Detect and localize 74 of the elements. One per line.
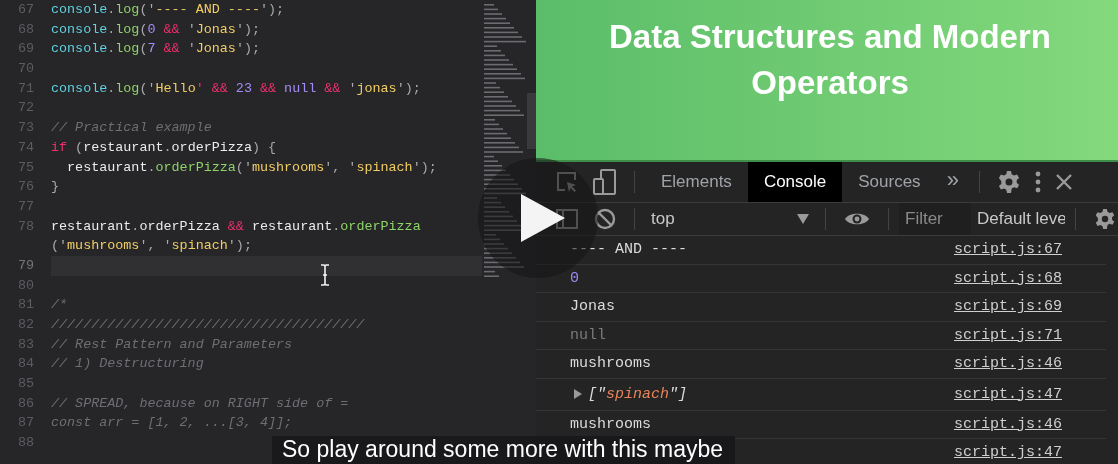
- source-link[interactable]: script.js:46: [953, 415, 1062, 433]
- scrollbar-thumb[interactable]: [527, 93, 536, 149]
- eye-icon[interactable]: [844, 211, 870, 227]
- text-cursor-icon: [320, 264, 330, 286]
- console-value: mushrooms: [570, 355, 651, 373]
- line-number: 88: [16, 434, 35, 453]
- code-comment: /*: [51, 296, 68, 315]
- dropdown-caret-icon: [797, 214, 809, 224]
- line-number: 67: [16, 1, 35, 19]
- code-line: console.log('---- AND ----');: [51, 1, 285, 19]
- line-number: 81: [16, 296, 35, 315]
- console-value: Jonas: [570, 298, 615, 316]
- code-comment: // Rest Pattern and Parameters: [51, 335, 293, 354]
- more-options-icon[interactable]: [1034, 170, 1041, 194]
- more-tabs-button[interactable]: »: [936, 167, 969, 197]
- source-link[interactable]: script.js:46: [953, 355, 1062, 373]
- line-number: 70: [16, 60, 35, 79]
- line-number: 82: [16, 316, 35, 334]
- code-line: ('mushrooms', 'spinach');: [51, 237, 252, 256]
- devtools-tab[interactable]: Elements: [645, 162, 748, 202]
- page-title: Data Structures and Modern Operators: [608, 17, 1052, 103]
- code-comment: // SPREAD, because on RIGHT side of =: [51, 394, 349, 413]
- code-comment: ///////////////////////////////////////: [51, 316, 365, 334]
- devtools-tab[interactable]: Sources: [842, 162, 937, 202]
- code-line: console.log('Hello' && 23 && null && 'jonas');: [51, 79, 421, 98]
- settings-icon[interactable]: [996, 170, 1021, 194]
- line-number: 80: [16, 276, 35, 295]
- line-number: 68: [16, 20, 35, 39]
- sidebar-icon[interactable]: [556, 209, 578, 229]
- code-line: console.log(7 && 'Jonas');: [51, 40, 260, 59]
- code-comment: // 1) Destructuring: [51, 355, 204, 374]
- code-line: if (restaurant.orderPizza) {: [51, 138, 277, 157]
- line-number: 84: [16, 355, 35, 374]
- code-line: restaurant.orderPizza('mushrooms', 'spinach');: [66, 158, 437, 177]
- code-line: }: [51, 178, 60, 197]
- source-link[interactable]: script.js:71: [953, 326, 1062, 344]
- line-number: 71: [16, 79, 35, 98]
- source-link[interactable]: script.js:47: [953, 385, 1062, 403]
- source-link[interactable]: script.js:69: [953, 298, 1062, 316]
- line-number: 86: [16, 394, 35, 413]
- line-number: 69: [16, 40, 35, 59]
- line-number: 83: [16, 335, 35, 354]
- line-number: 72: [16, 99, 35, 118]
- close-icon[interactable]: [1054, 173, 1073, 191]
- console-value: null: [570, 326, 606, 344]
- source-link[interactable]: script.js:68: [953, 269, 1062, 287]
- line-number: 87: [16, 414, 35, 433]
- play-icon: [521, 194, 565, 242]
- clear-console-icon[interactable]: [594, 208, 616, 230]
- source-link[interactable]: script.js:67: [953, 241, 1062, 259]
- line-number: 74: [16, 138, 35, 157]
- expand-arrow-icon[interactable]: [574, 389, 582, 399]
- subtitle-caption: So play around some more with this maybe: [272, 436, 736, 464]
- code-line: restaurant.orderPizza && restaurant.orderPizza: [51, 217, 421, 236]
- line-number: 76: [16, 178, 35, 197]
- settings-icon[interactable]: [1094, 208, 1116, 230]
- line-number: 79: [16, 256, 35, 275]
- code-comment: // Practical example: [51, 119, 212, 138]
- line-number: 73: [16, 119, 35, 138]
- device-icon[interactable]: [593, 169, 617, 195]
- line-number: 85: [16, 375, 35, 394]
- line-number: 75: [16, 158, 35, 177]
- console-value: ["spinach"]: [588, 385, 688, 403]
- devtools-tab[interactable]: Console: [747, 162, 843, 202]
- filter-field[interactable]: Filter: [899, 203, 971, 235]
- code-line: console.log(0 && 'Jonas');: [51, 20, 260, 39]
- line-number: 77: [16, 197, 35, 216]
- console-value: ---- AND ----: [570, 241, 688, 259]
- console-value: 0: [570, 269, 579, 287]
- source-link[interactable]: script.js:47: [953, 444, 1062, 462]
- context-dropdown[interactable]: top: [645, 209, 815, 229]
- console-value: mushrooms: [570, 415, 651, 433]
- code-comment: const arr = [1, 2, ...[3, 4]];: [51, 414, 293, 433]
- line-number: 78: [16, 217, 35, 236]
